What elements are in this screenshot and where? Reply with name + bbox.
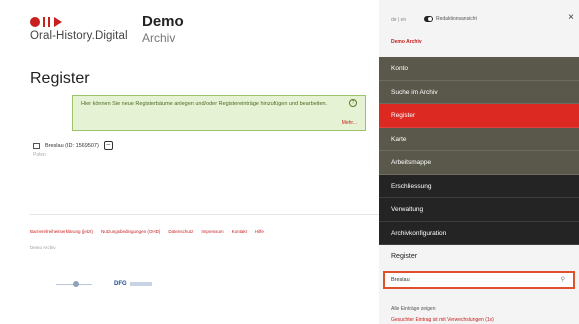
- info-text: Hier können Sie neue Registerbäume anleg…: [81, 101, 328, 107]
- page-title: Register: [30, 70, 90, 87]
- archive-subtitle: Archiv: [142, 31, 176, 45]
- nav-item-erschliessung[interactable]: Erschliessung: [379, 174, 579, 198]
- ohd-logo-mark: [30, 16, 128, 28]
- info-more-link[interactable]: Mehr...: [342, 120, 357, 126]
- archive-header[interactable]: Demo Archiv: [142, 13, 184, 45]
- language-switch[interactable]: de | en: [391, 17, 406, 23]
- registry-tree-item[interactable]: Breslau (ID: 1569507) –: [33, 141, 113, 150]
- footer-link[interactable]: Kontakt: [232, 229, 247, 234]
- footer-sub: Demo Archiv: [30, 245, 56, 250]
- search-icon[interactable]: ⚲: [561, 276, 565, 283]
- nav-item-verwaltung[interactable]: Verwaltung: [379, 198, 579, 222]
- tree-toggle-icon[interactable]: [33, 142, 40, 149]
- footer-link[interactable]: Barrierefreiheitserklärung (jetzt): [30, 229, 93, 234]
- toggle-switch-icon[interactable]: [424, 16, 433, 22]
- nav-item-suche[interactable]: Suche im Archiv: [379, 80, 579, 104]
- footer-links: Barrierefreiheitserklärung (jetzt) Nutzu…: [30, 229, 264, 234]
- warning-text: Gesuchter Eintrag ist mit Verwechslungen…: [391, 317, 494, 323]
- sidebar-register-heading: Register: [391, 253, 418, 260]
- footer-divider: [30, 214, 379, 215]
- nav-item-arbeitsmappe[interactable]: Arbeitsmappe: [379, 151, 579, 175]
- show-all-entries-link[interactable]: Alle Einträge zeigen: [391, 306, 435, 312]
- tree-item-label[interactable]: Breslau (ID: 1569507): [45, 143, 99, 149]
- footer-link[interactable]: Hilfe: [255, 229, 264, 234]
- sidebar-nav: Konto Suche im Archiv Register Karte Arb…: [379, 57, 579, 245]
- nav-item-karte[interactable]: Karte: [379, 127, 579, 151]
- nav-item-register[interactable]: Register: [379, 104, 579, 128]
- info-box: Hier können Sie neue Registerbäume anleg…: [72, 95, 366, 131]
- nav-item-konto[interactable]: Konto: [379, 57, 579, 81]
- tree-item-edit-button[interactable]: –: [103, 141, 113, 150]
- tree-item-sub: Polen: [33, 152, 46, 158]
- editor-view-label: Redaktionsansicht: [436, 16, 477, 22]
- ohd-logo-text: Oral-History.Digital: [30, 30, 128, 42]
- ohd-logo[interactable]: Oral-History.Digital: [30, 16, 128, 42]
- sidebar-top: de | en Redaktionsansicht × Demo Archiv: [379, 0, 579, 57]
- editor-view-toggle[interactable]: Redaktionsansicht: [424, 16, 477, 22]
- register-search-field[interactable]: Breslau ⚲: [383, 271, 575, 289]
- register-search-value[interactable]: Breslau: [391, 277, 410, 283]
- footer-link[interactable]: Nutzungsbedingungen (OHD): [101, 229, 160, 234]
- main-content: Oral-History.Digital Demo Archiv Registe…: [0, 0, 379, 324]
- sidebar-archive-label: Demo Archiv: [391, 39, 422, 45]
- partner-logos: DFG: [56, 280, 152, 288]
- partner-logo-a[interactable]: [56, 280, 92, 288]
- close-icon[interactable]: ×: [568, 12, 574, 23]
- footer-link[interactable]: Impressum: [201, 229, 223, 234]
- nav-item-archivkonfiguration[interactable]: Archivkonfiguration: [379, 221, 579, 245]
- help-icon[interactable]: ?: [349, 99, 357, 107]
- archive-title: Demo: [142, 13, 184, 30]
- footer-link[interactable]: Datenschutz: [168, 229, 193, 234]
- dfg-logo[interactable]: DFG: [114, 281, 152, 287]
